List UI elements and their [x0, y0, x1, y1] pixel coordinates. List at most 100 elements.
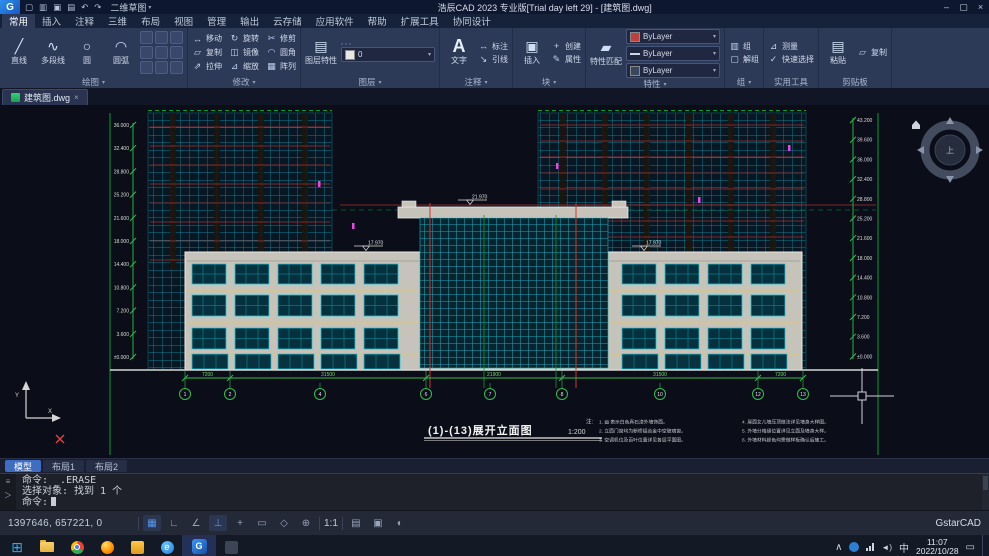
draw-group-label[interactable]: 绘图 ▾ — [4, 76, 183, 88]
print-icon[interactable]: ▤ — [64, 2, 78, 13]
color-dropdown[interactable]: ByLayer ▾ — [626, 29, 720, 44]
isolate-objects-icon[interactable]: ◐ — [391, 515, 409, 531]
copy-clip-tool[interactable]: ▱复制 — [857, 47, 887, 58]
chrome-button[interactable] — [62, 535, 92, 556]
clean-screen-icon[interactable]: ▣ — [369, 515, 387, 531]
polar-toggle[interactable]: ∠ — [187, 515, 205, 531]
linetype-dropdown[interactable]: ByLayer ▾ — [626, 46, 720, 61]
polygon-icon[interactable] — [140, 61, 153, 74]
hatch-icon[interactable] — [170, 31, 183, 44]
layer-properties-tool[interactable]: ▤ 图层特性 — [305, 39, 337, 66]
tab-collaboration[interactable]: 协同设计 — [446, 14, 498, 28]
lineweight-toggle[interactable]: ▭ — [253, 515, 271, 531]
tab-apps[interactable]: 应用软件 — [309, 14, 361, 28]
annotation-scale[interactable]: 1:1 — [324, 518, 338, 529]
isometric-toggle[interactable]: ◇ — [275, 515, 293, 531]
redo-icon[interactable]: ↷ — [91, 2, 104, 13]
tab-layout1[interactable]: 布局1 — [43, 460, 84, 472]
yellow-app-button[interactable] — [122, 535, 152, 556]
groups-group-label[interactable]: 组 ▾ — [729, 76, 759, 88]
insert-block-tool[interactable]: ▣ 插入 — [517, 39, 547, 66]
command-history[interactable]: 命令: _.ERASE 选择对象: 找到 1 个 命令: — [16, 474, 982, 510]
close-button[interactable]: × — [972, 2, 989, 13]
snap-toggle[interactable]: ∟ — [165, 515, 183, 531]
maximize-button[interactable]: ▢ — [955, 2, 972, 13]
tab-layout[interactable]: 布局 — [134, 14, 167, 28]
grid-toggle[interactable]: ▦ — [143, 515, 161, 531]
spline-icon[interactable] — [140, 46, 153, 59]
paste-tool[interactable]: ▤ 粘贴 — [823, 39, 853, 66]
layers-group-label[interactable]: 图层 ▾ — [305, 76, 435, 88]
ray-icon[interactable] — [170, 61, 183, 74]
move-tool[interactable]: ↔移动 — [192, 32, 222, 46]
gstarcad-taskbar-button[interactable]: G — [182, 535, 216, 556]
clock[interactable]: 11:07 2022/10/28 — [916, 538, 959, 556]
modify-group-label[interactable]: 修改 ▾ — [192, 76, 296, 88]
network-icon[interactable] — [866, 543, 874, 551]
new-file-icon[interactable]: ▢ — [22, 2, 36, 13]
ortho-toggle[interactable]: ⊥ — [209, 515, 227, 531]
polyline-tool[interactable]: ∿ 多段线 — [38, 39, 68, 66]
properties-group-label[interactable]: 特性 ▾ — [590, 78, 720, 88]
block-group-label[interactable]: 块 ▾ — [517, 76, 581, 88]
command-input-line[interactable]: 命令: — [22, 497, 976, 508]
array-tool[interactable]: ▦阵列 — [266, 60, 296, 74]
quick-select-tool[interactable]: ✓快速选择 — [768, 54, 814, 65]
tab-help[interactable]: 帮助 — [361, 14, 394, 28]
lineweight-dropdown[interactable]: ByLayer ▾ — [626, 63, 720, 78]
tab-model[interactable]: 模型 — [5, 460, 41, 472]
workspace-switcher[interactable]: 二维草图 ▾ — [110, 1, 151, 14]
match-properties-tool[interactable]: ▰ 特性匹配 — [590, 40, 622, 67]
block-attribute-tool[interactable]: ✎属性 — [551, 54, 581, 65]
line-tool[interactable]: ╱ 直线 — [4, 39, 34, 66]
tab-output[interactable]: 输出 — [233, 14, 266, 28]
region-icon[interactable] — [170, 46, 183, 59]
tab-express-tools[interactable]: 扩展工具 — [394, 14, 446, 28]
donut-icon[interactable] — [155, 61, 168, 74]
layer-freeze-icon[interactable] — [345, 43, 347, 45]
scale-tool[interactable]: ⊿缩放 — [229, 60, 259, 74]
tab-home[interactable]: 常用 — [2, 14, 35, 28]
rotate-tool[interactable]: ↻旋转 — [229, 32, 259, 46]
undo-icon[interactable]: ↶ — [78, 2, 91, 13]
app-logo-icon[interactable]: G — [0, 0, 20, 14]
notification-icon[interactable]: ▭ — [966, 542, 975, 553]
close-tab-icon[interactable]: × — [74, 93, 79, 102]
dynamic-input-toggle[interactable]: ⊕ — [297, 515, 315, 531]
save-file-icon[interactable]: ▣ — [50, 2, 64, 13]
stretch-tool[interactable]: ⇗拉伸 — [192, 60, 222, 74]
create-block-tool[interactable]: +创建 — [551, 41, 581, 52]
arc-tool[interactable]: ◠ 圆弧 — [106, 39, 136, 66]
circle-tool[interactable]: ○ 圆 — [72, 39, 102, 66]
start-button[interactable]: ⊞ — [2, 535, 32, 556]
tab-view[interactable]: 视图 — [167, 14, 200, 28]
tab-insert[interactable]: 插入 — [35, 14, 68, 28]
leader-tool[interactable]: ↘引线 — [478, 54, 508, 65]
copy-tool[interactable]: ▱复制 — [192, 46, 222, 60]
edge-button[interactable]: e — [152, 535, 182, 556]
dimension-tool[interactable]: ↔标注 — [478, 41, 508, 52]
gray-app-button[interactable] — [216, 535, 246, 556]
scrollbar-thumb[interactable] — [983, 476, 988, 490]
layer-lock-icon[interactable] — [349, 43, 351, 45]
point-icon[interactable] — [155, 46, 168, 59]
tray-expand-icon[interactable]: ∧ — [835, 542, 842, 553]
firefox-button[interactable] — [92, 535, 122, 556]
show-desktop-button[interactable] — [982, 535, 987, 556]
group-tool[interactable]: ▥组 — [729, 41, 759, 52]
command-scrollbar[interactable] — [982, 474, 989, 510]
fillet-tool[interactable]: ◠圆角 — [266, 46, 296, 60]
tab-layout2[interactable]: 布局2 — [86, 460, 127, 472]
volume-icon[interactable]: ◄) — [881, 543, 892, 552]
drawing-area[interactable]: 7200315002190031500720012467810121336.00… — [0, 105, 989, 458]
tab-3d[interactable]: 三维 — [101, 14, 134, 28]
command-history-icon[interactable]: ≡ — [6, 477, 11, 486]
annotate-group-label[interactable]: 注释 ▾ — [444, 76, 508, 88]
tab-annotate[interactable]: 注释 — [68, 14, 101, 28]
document-tab[interactable]: 建筑图.dwg × — [2, 89, 88, 105]
minimize-button[interactable]: – — [938, 2, 955, 13]
text-tool[interactable]: A 文字 — [444, 39, 474, 66]
workspace-icon[interactable]: ▤ — [347, 515, 365, 531]
measure-tool[interactable]: ⊿测量 — [768, 41, 814, 52]
ungroup-tool[interactable]: ▢解组 — [729, 54, 759, 65]
